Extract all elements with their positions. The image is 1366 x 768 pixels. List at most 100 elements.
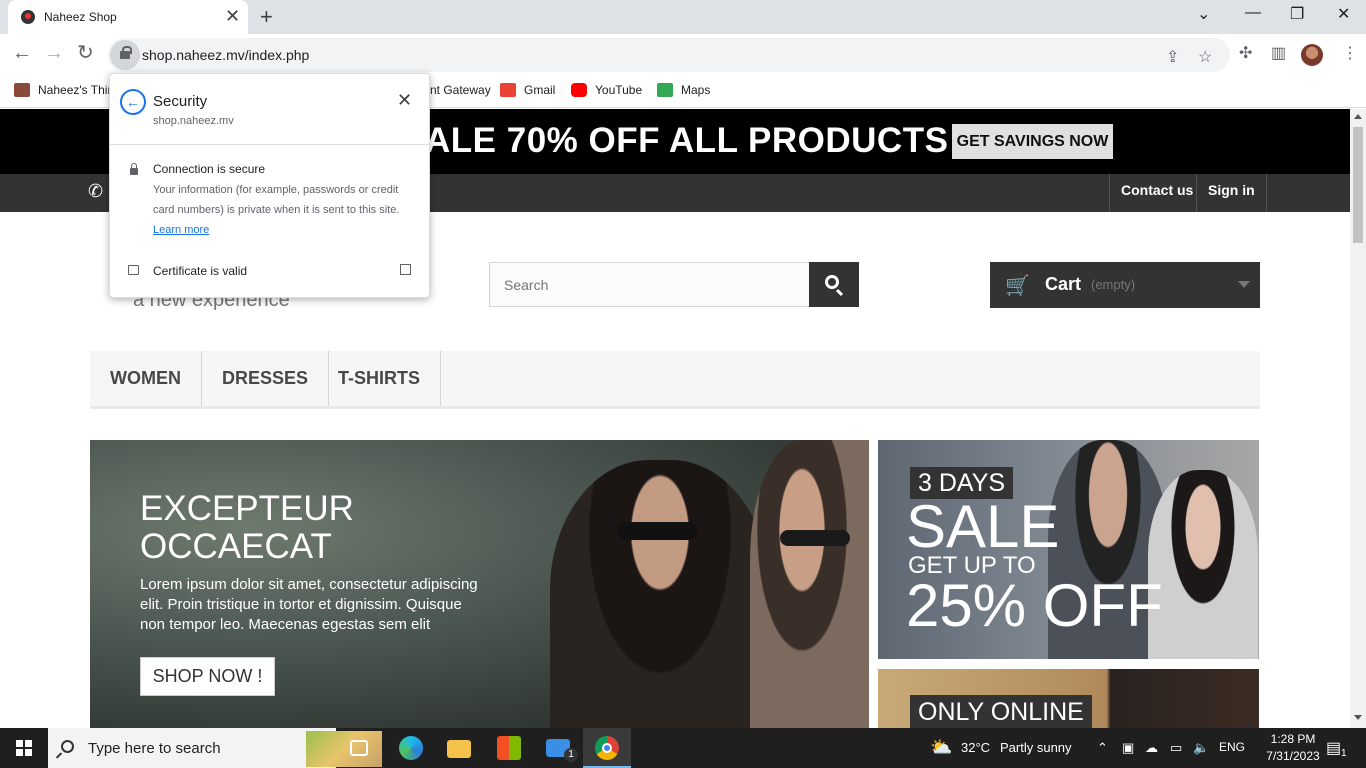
- site-info-button[interactable]: [110, 40, 140, 70]
- connection-info: Your information (for example, passwords…: [153, 184, 400, 236]
- weather-temperature[interactable]: 32°C: [961, 740, 990, 755]
- divider: [110, 144, 429, 145]
- lock-icon: [120, 46, 132, 59]
- home-slider[interactable]: EXCEPTEUR OCCAECAT Lorem ipsum dolor sit…: [90, 440, 869, 728]
- bookmark-favicon-icon: [14, 83, 30, 97]
- clock-date: 7/31/2023: [1266, 749, 1320, 763]
- banner-percent: 25% OFF: [906, 572, 1163, 639]
- tab-search-chevron-icon[interactable]: ⌄: [1197, 4, 1210, 24]
- system-clock[interactable]: 1:28 PM 7/31/2023: [1258, 731, 1328, 765]
- windows-taskbar: Type here to search 1 ⛅ 32°C Partly sunn…: [0, 728, 1366, 768]
- get-savings-button[interactable]: GET SAVINGS NOW: [952, 124, 1113, 159]
- forward-arrow-icon[interactable]: →: [44, 43, 64, 63]
- search-input[interactable]: [489, 262, 810, 307]
- task-view-icon[interactable]: [350, 740, 368, 756]
- promo-text: ALE 70% OFF ALL PRODUCTS: [425, 121, 949, 160]
- contact-us-link[interactable]: Contact us: [1109, 174, 1204, 212]
- gmail-icon: [500, 83, 516, 97]
- notifications-icon[interactable]: ▤: [1326, 738, 1341, 758]
- meet-now-icon[interactable]: ▣: [1122, 740, 1134, 756]
- lock-icon: [130, 163, 138, 175]
- menu-item-dresses[interactable]: DRESSES: [202, 351, 330, 406]
- extensions-icon[interactable]: ✣: [1239, 43, 1252, 63]
- cart-button[interactable]: 🛒 Cart (empty): [990, 262, 1260, 308]
- main-menu: WOMEN DRESSES T-SHIRTS: [90, 351, 1260, 409]
- language-indicator[interactable]: ENG: [1219, 740, 1245, 754]
- scroll-up-arrow-icon[interactable]: [1354, 114, 1362, 119]
- new-tab-icon[interactable]: +: [260, 4, 273, 30]
- caret-down-icon: [1238, 281, 1250, 288]
- network-icon[interactable]: ▭: [1170, 740, 1182, 756]
- weather-condition[interactable]: Partly sunny: [1000, 740, 1072, 755]
- file-explorer-icon[interactable]: [447, 740, 471, 758]
- security-popup: ← Security shop.naheez.mv ✕ Connection i…: [109, 73, 430, 298]
- cart-status: (empty): [1091, 277, 1136, 292]
- certificate-icon: [128, 265, 139, 275]
- menu-kebab-icon[interactable]: ⋮: [1342, 43, 1358, 63]
- onedrive-icon[interactable]: ☁: [1145, 740, 1158, 756]
- menu-item-tshirts[interactable]: T-SHIRTS: [318, 351, 442, 406]
- page-scrollbar[interactable]: [1350, 109, 1366, 728]
- chrome-icon-center: [602, 743, 612, 753]
- address-bar[interactable]: shop.naheez.mv/index.php ⇪ ☆: [108, 38, 1230, 72]
- profile-avatar[interactable]: [1301, 44, 1323, 66]
- youtube-icon: [571, 83, 587, 97]
- share-icon[interactable]: ⇪: [1166, 47, 1179, 67]
- close-tab-icon[interactable]: ✕: [225, 7, 240, 25]
- back-arrow-icon[interactable]: ←: [120, 89, 146, 115]
- bookmark-gmail[interactable]: Gmail: [500, 83, 555, 97]
- online-banner[interactable]: ONLY ONLINE: [878, 669, 1259, 728]
- sale-banner[interactable]: 3 DAYS SALE GET UP TO 25% OFF: [878, 440, 1259, 659]
- scroll-down-arrow-icon[interactable]: [1354, 715, 1362, 720]
- sunglasses-shape: [617, 522, 697, 540]
- shop-now-button[interactable]: SHOP NOW !: [140, 657, 275, 696]
- menu-item-women[interactable]: WOMEN: [90, 351, 202, 406]
- chrome-taskbar-button[interactable]: [583, 728, 631, 768]
- certificate-status[interactable]: Certificate is valid: [153, 264, 247, 278]
- search-icon: [61, 740, 74, 753]
- close-popup-icon[interactable]: ✕: [397, 90, 412, 111]
- search-button[interactable]: [809, 262, 859, 307]
- mail-badge: 1: [564, 748, 578, 762]
- edge-icon[interactable]: [399, 736, 423, 760]
- tab-strip: Naheez Shop ✕ + ⌄ — ❐ ✕: [0, 0, 1366, 34]
- tab-title: Naheez Shop: [44, 10, 117, 24]
- windows-start-icon[interactable]: [16, 740, 32, 756]
- store-icon[interactable]: [497, 736, 521, 760]
- cart-icon: 🛒: [1005, 275, 1030, 297]
- scroll-thumb[interactable]: [1353, 127, 1363, 243]
- slider-text: Lorem ipsum dolor sit amet, consectetur …: [140, 576, 478, 633]
- tray-chevron-icon[interactable]: ⌃: [1097, 740, 1108, 756]
- reload-icon[interactable]: ↻: [77, 43, 94, 63]
- sign-in-link[interactable]: Sign in: [1196, 174, 1267, 212]
- notification-badge: 1: [1341, 748, 1347, 759]
- maps-icon: [657, 83, 673, 97]
- bookmark-youtube[interactable]: YouTube: [571, 83, 642, 97]
- popup-domain: shop.naheez.mv: [153, 115, 234, 127]
- cart-label: Cart: [1045, 274, 1082, 294]
- back-arrow-icon[interactable]: ←: [12, 43, 32, 63]
- browser-tab[interactable]: Naheez Shop ✕: [8, 0, 248, 34]
- phone-icon: ✆: [88, 181, 104, 201]
- taskbar-search-box[interactable]: Type here to search: [48, 728, 382, 768]
- bookmark-maps[interactable]: Maps: [657, 83, 710, 97]
- bookmark-naheez[interactable]: Naheez's Thir: [14, 83, 111, 97]
- minimize-icon[interactable]: —: [1245, 4, 1261, 22]
- learn-more-link[interactable]: Learn more: [153, 224, 209, 236]
- url-text[interactable]: shop.naheez.mv/index.php: [142, 47, 309, 63]
- site-favicon-icon: [21, 10, 35, 24]
- restore-icon[interactable]: ❐: [1290, 4, 1304, 24]
- close-window-icon[interactable]: ✕: [1337, 4, 1350, 24]
- side-panel-icon[interactable]: ▥: [1271, 43, 1286, 63]
- banner-only-online: ONLY ONLINE: [910, 695, 1092, 728]
- volume-icon[interactable]: 🔈: [1193, 740, 1209, 756]
- sunglasses-shape: [780, 530, 850, 546]
- slider-title: EXCEPTEUR OCCAECAT: [140, 489, 354, 566]
- bookmark-gateway[interactable]: nt Gateway: [430, 83, 491, 97]
- bookmark-star-icon[interactable]: ☆: [1198, 47, 1212, 67]
- search-highlight-image: [306, 731, 382, 767]
- external-link-icon[interactable]: [400, 264, 411, 275]
- popup-title: Security: [153, 93, 208, 110]
- weather-icon[interactable]: ⛅: [930, 737, 952, 758]
- taskbar-search-placeholder: Type here to search: [88, 740, 221, 757]
